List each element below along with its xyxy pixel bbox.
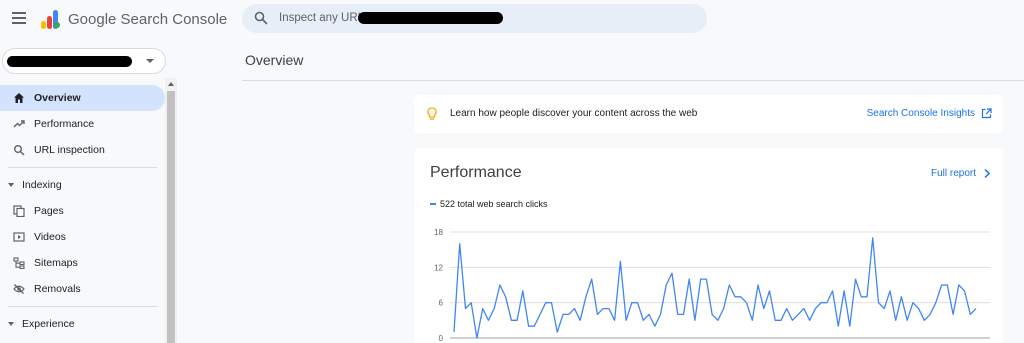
property-selector[interactable]: [2, 48, 166, 74]
sidebar-section-experience[interactable]: Experience: [0, 311, 165, 337]
pages-icon: [12, 204, 26, 218]
redacted-url-bar: [358, 12, 503, 24]
nav-divider: [8, 167, 157, 168]
search-input-placeholder[interactable]: Inspect any URL i: [279, 12, 369, 24]
sidebar-item-label: URL inspection: [34, 144, 105, 156]
sitemap-icon: [12, 256, 26, 270]
visibility-off-icon: [12, 282, 26, 296]
dropdown-caret-icon: [146, 59, 154, 63]
sidebar-item-label: Pages: [34, 205, 64, 217]
sidebar-item-performance[interactable]: Performance: [0, 111, 165, 137]
insights-banner: Learn how people discover your content a…: [414, 95, 1003, 133]
clicks-line-chart: 0 6 12 18: [434, 228, 990, 343]
sidebar-item-label: Videos: [34, 231, 66, 243]
sidebar-scrollbar[interactable]: [165, 78, 177, 343]
sidebar-item-url-inspection[interactable]: URL inspection: [0, 137, 165, 163]
chart-legend: 522 total web search clicks: [430, 199, 548, 209]
search-console-logo-icon: [41, 10, 60, 29]
sidebar-item-label: Removals: [34, 283, 81, 295]
sidebar-item-overview[interactable]: Overview: [0, 85, 165, 111]
sidebar-item-removals[interactable]: Removals: [0, 276, 165, 302]
sidebar-item-label: Sitemaps: [34, 257, 78, 269]
search-icon: [254, 11, 268, 25]
collapse-arrow-icon: [8, 322, 14, 326]
y-tick-label: 12: [434, 263, 443, 272]
page-title: Overview: [245, 52, 304, 68]
clicks-series-line: [453, 237, 977, 339]
title-divider: [242, 80, 1024, 81]
nav-divider: [8, 306, 157, 307]
sidebar-item-videos[interactable]: Videos: [0, 224, 165, 250]
collapse-arrow-icon: [8, 183, 14, 187]
video-icon: [12, 230, 26, 244]
top-bar: Google Search Console Inspect any URL i: [0, 0, 1024, 40]
sidebar-nav: Overview Performance URL inspection Inde…: [0, 85, 165, 337]
sidebar-section-indexing[interactable]: Indexing: [0, 172, 165, 198]
sidebar-item-label: Performance: [34, 118, 95, 130]
legend-swatch: [430, 203, 436, 205]
full-report-link[interactable]: Full report: [931, 168, 976, 179]
performance-card: Performance Full report 522 total web se…: [414, 148, 1003, 343]
y-tick-label: 0: [439, 334, 444, 343]
chevron-right-icon[interactable]: [983, 168, 991, 179]
lightbulb-icon: [427, 107, 437, 120]
scrollbar-thumb[interactable]: [167, 91, 175, 343]
sidebar-item-sitemaps[interactable]: Sitemaps: [0, 250, 165, 276]
legend-label: 522 total web search clicks: [440, 199, 548, 209]
sidebar-item-pages[interactable]: Pages: [0, 198, 165, 224]
app-title: Google Search Console: [68, 11, 228, 28]
scroll-up-arrow-icon[interactable]: [168, 82, 174, 86]
redacted-property-name: [7, 56, 132, 67]
section-label: Indexing: [22, 179, 62, 191]
y-tick-label: 18: [434, 228, 443, 237]
insights-text: Learn how people discover your content a…: [450, 108, 698, 119]
section-label: Experience: [22, 318, 75, 330]
main-menu-icon[interactable]: [12, 12, 26, 24]
trending-up-icon: [12, 117, 26, 131]
y-tick-label: 6: [439, 299, 444, 308]
sidebar-item-label: Overview: [34, 92, 81, 104]
search-icon: [12, 143, 26, 157]
home-icon: [12, 91, 26, 105]
performance-title: Performance: [430, 164, 522, 181]
open-in-new-icon[interactable]: [981, 108, 992, 119]
search-console-insights-link[interactable]: Search Console Insights: [867, 108, 975, 119]
